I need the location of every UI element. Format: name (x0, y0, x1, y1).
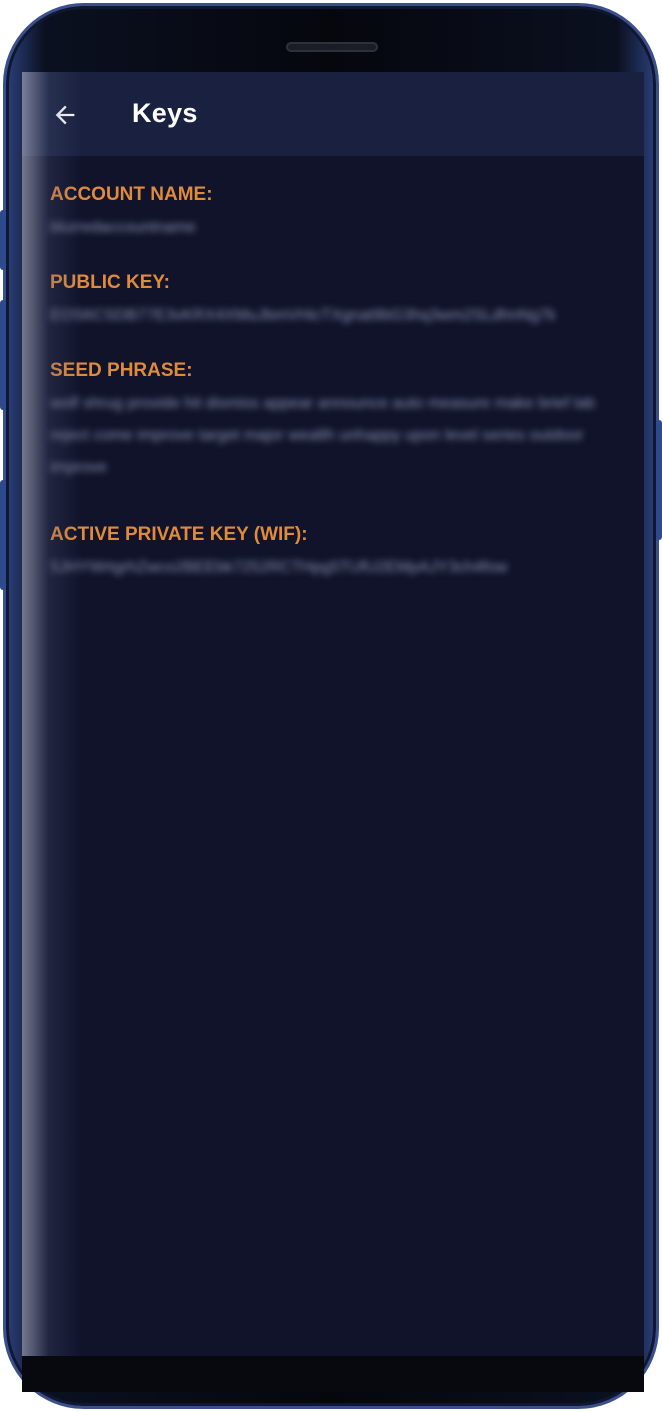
seed-phrase-value[interactable]: wolf shrug provide hit dismiss appear an… (50, 388, 630, 484)
bottom-bezel (22, 1356, 644, 1392)
account-name-value[interactable]: blurredaccountname (50, 212, 630, 244)
arrow-left-icon (55, 105, 75, 125)
screen: Keys ACCOUNT NAME: blurredaccountname PU… (22, 72, 644, 1356)
seed-phrase-label: SEED PHRASE: (50, 360, 193, 381)
earpiece-speaker (286, 42, 378, 52)
active-private-key-label: ACTIVE PRIVATE KEY (WIF): (50, 524, 308, 545)
account-name-section: ACCOUNT NAME: blurredaccountname (50, 182, 630, 244)
volume-button (0, 300, 6, 410)
active-private-key-section: ACTIVE PRIVATE KEY (WIF): 5JHYWrtgrhZwco… (50, 522, 630, 584)
bixby-button (0, 480, 6, 590)
public-key-label: PUBLIC KEY: (50, 272, 170, 293)
app-bar: Keys (22, 72, 644, 156)
keys-content: ACCOUNT NAME: blurredaccountname PUBLIC … (50, 182, 630, 610)
page-title: Keys (132, 98, 198, 128)
active-private-key-value[interactable]: 5JHYWrtgrhZwco2BEEbk7252RCTHpg5TUfU2EMpA… (50, 552, 630, 584)
side-button (0, 210, 6, 270)
back-button[interactable] (48, 98, 82, 132)
seed-phrase-section: SEED PHRASE: wolf shrug provide hit dism… (50, 358, 630, 484)
account-name-label: ACCOUNT NAME: (50, 184, 213, 205)
public-key-section: PUBLIC KEY: EOS6CSDB77E3vKRX4XMuJbmVHicT… (50, 270, 630, 332)
power-button (656, 420, 662, 540)
public-key-value[interactable]: EOS6CSDB77E3vKRX4XMuJbmVHicTXgnat9bG3hq3… (50, 300, 630, 332)
